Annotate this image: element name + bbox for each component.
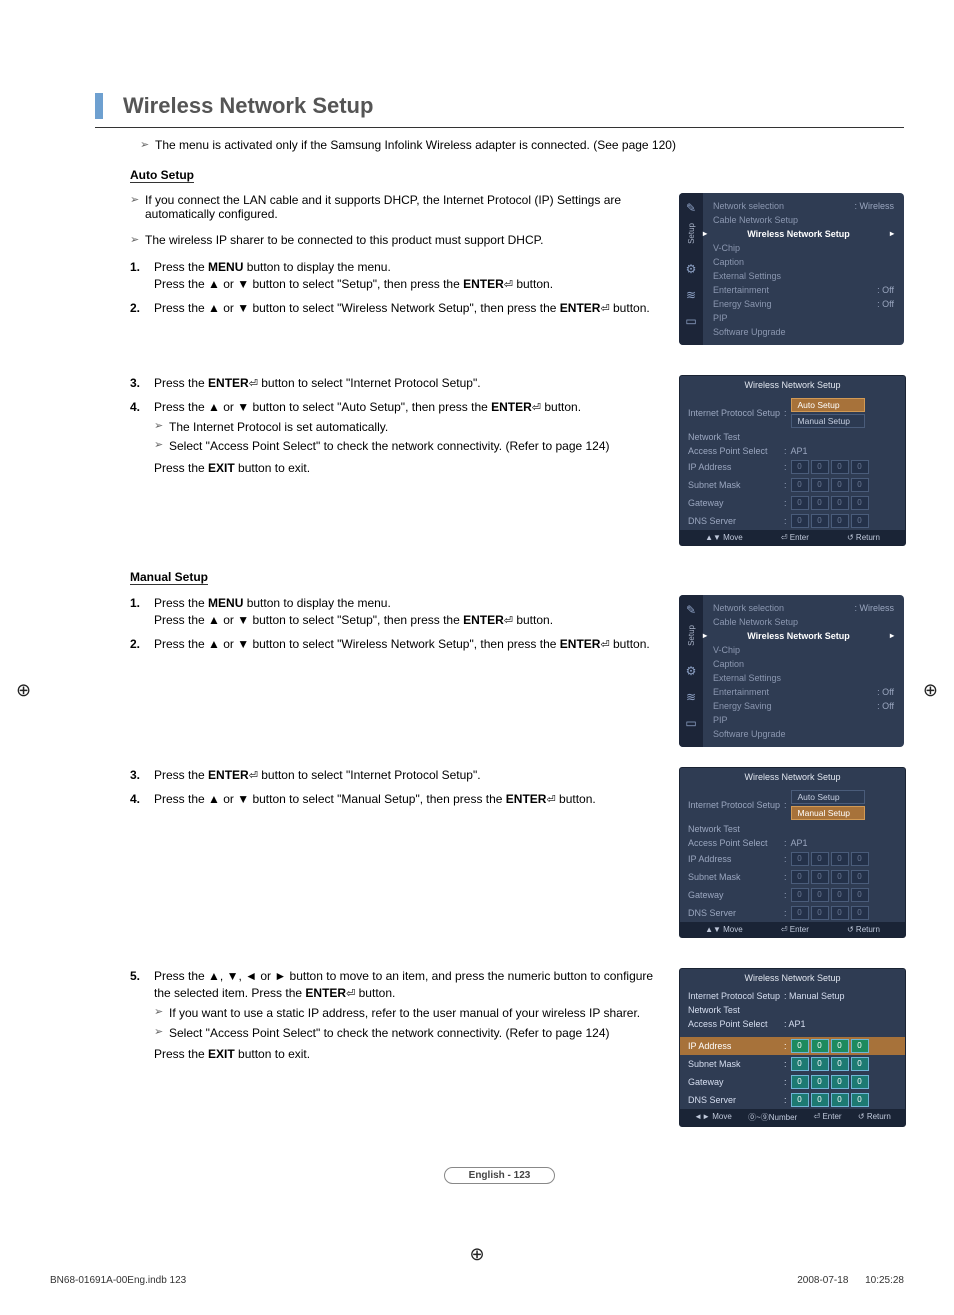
enter-icon: ⏎ <box>249 769 258 785</box>
manual-step-3: 3. Press the ENTER ⏎ button to select "I… <box>130 767 661 785</box>
page-number: English - 123 <box>444 1167 556 1184</box>
auto-step-2: 2. Press the ▲ or ▼ button to select "Wi… <box>130 300 661 318</box>
enter-icon: ⏎ <box>546 793 555 809</box>
plug-icon: ≋ <box>686 288 696 302</box>
auto-note-1: If you connect the LAN cable and it supp… <box>130 193 661 221</box>
wns-dialog-manual: Wireless Network Setup Internet Protocol… <box>679 767 906 938</box>
enter-icon: ⏎ <box>600 302 609 318</box>
manual-step-1: 1. Press the MENU button to display the … <box>130 595 661 630</box>
enter-icon: ⏎ <box>504 278 513 294</box>
manual-step-5: 5. Press the ▲, ▼, ◄ or ► button to move… <box>130 968 661 1064</box>
enter-icon: ⏎ <box>532 401 541 417</box>
manual-step-4: 4. Press the ▲ or ▼ button to select "Ma… <box>130 791 661 809</box>
intro-note: The menu is activated only if the Samsun… <box>140 138 904 152</box>
heading-auto-setup: Auto Setup <box>130 168 194 183</box>
auto-step-1: 1. Press the MENU button to display the … <box>130 259 661 294</box>
enter-icon: ⏎ <box>600 638 609 654</box>
gear-icon: ⚙ <box>686 664 697 678</box>
doc-footer-left: BN68-01691A-00Eng.indb 123 <box>50 1275 186 1286</box>
osd-side-label: Setup <box>687 223 696 244</box>
tv-icon: ▭ <box>685 716 696 730</box>
auto-step-3: 3. Press the ENTER ⏎ button to select "I… <box>130 375 661 393</box>
osd-row-wireless: Wireless Network Setup <box>703 227 904 241</box>
wns-opt-manual[interactable]: Manual Setup <box>791 414 865 428</box>
wns-opt-auto[interactable]: Auto Setup <box>791 398 865 412</box>
gear-icon: ⚙ <box>686 262 697 276</box>
ip-octet[interactable]: 0 <box>791 1039 809 1053</box>
enter-icon: ⏎ <box>504 614 513 630</box>
doc-footer-right: 2008-07-18 10:25:28 <box>797 1275 904 1286</box>
tv-icon: ▭ <box>685 314 696 328</box>
wns-opt-manual[interactable]: Manual Setup <box>791 806 865 820</box>
page-title: Wireless Network Setup <box>123 93 904 119</box>
osd-setup-menu: ✎ Setup ⚙ ≋ ▭ Network selection: Wireles… <box>679 595 904 747</box>
enter-icon: ⏎ <box>249 377 258 393</box>
heading-manual-setup: Manual Setup <box>130 570 208 585</box>
plug-icon: ≋ <box>686 690 696 704</box>
enter-icon: ⏎ <box>346 987 355 1003</box>
brush-icon: ✎ <box>686 201 696 215</box>
wns-dialog-input: Wireless Network Setup Internet Protocol… <box>679 968 906 1127</box>
auto-step-4: 4. Press the ▲ or ▼ button to select "Au… <box>130 399 661 477</box>
wns-dialog-auto: Wireless Network Setup Internet Protocol… <box>679 375 906 546</box>
manual-step-2: 2. Press the ▲ or ▼ button to select "Wi… <box>130 636 661 654</box>
registration-mark-bottom: ⊕ <box>0 1244 954 1265</box>
wns-opt-auto[interactable]: Auto Setup <box>791 790 865 804</box>
title-rule <box>95 127 904 128</box>
auto-note-2: The wireless IP sharer to be connected t… <box>130 233 661 247</box>
brush-icon: ✎ <box>686 603 696 617</box>
osd-setup-menu: ✎ Setup ⚙ ≋ ▭ Network selection: Wireles… <box>679 193 904 345</box>
